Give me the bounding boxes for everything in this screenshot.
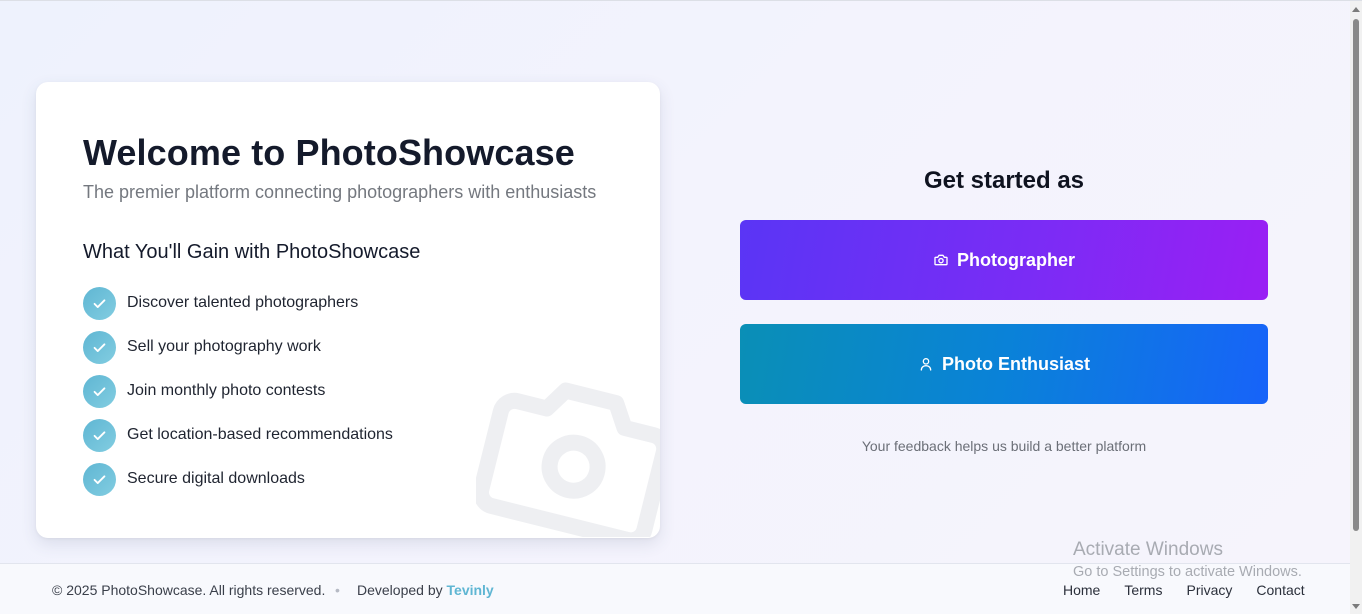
footer-link-terms[interactable]: Terms: [1124, 582, 1162, 598]
list-item: Join monthly photo contests: [83, 369, 393, 413]
user-icon: [920, 358, 932, 371]
check-icon: [83, 330, 116, 364]
benefit-label: Discover talented photographers: [127, 294, 359, 311]
footer-link-privacy[interactable]: Privacy: [1186, 582, 1232, 598]
feedback-note: Your feedback helps us build a better pl…: [861, 438, 1147, 454]
check-icon: [83, 286, 116, 320]
get-started-heading: Get started as: [923, 167, 1085, 194]
benefit-label: Sell your photography work: [127, 338, 321, 355]
check-icon: [83, 462, 116, 496]
developer-link[interactable]: Tevinly: [447, 582, 494, 598]
camera-icon: [476, 382, 660, 537]
vertical-scrollbar[interactable]: [1350, 1, 1362, 614]
list-item: Get location-based recommendations: [83, 413, 393, 457]
footer-separator: •: [335, 582, 340, 598]
check-icon: [83, 418, 116, 452]
camera-icon: [934, 254, 948, 266]
benefit-label: Join monthly photo contests: [127, 382, 326, 399]
benefits-heading: What You'll Gain with PhotoShowcase: [83, 241, 421, 263]
developed-by: Developed by Tevinly: [357, 582, 494, 598]
photographer-button[interactable]: Photographer: [740, 220, 1268, 300]
page-title: Welcome to PhotoShowcase: [83, 132, 575, 173]
photo-enthusiast-button[interactable]: Photo Enthusiast: [740, 324, 1268, 404]
photo-enthusiast-button-label: Photo Enthusiast: [942, 353, 1090, 374]
footer-nav: Home Terms Privacy Contact: [1063, 582, 1305, 598]
list-item: Secure digital downloads: [83, 457, 393, 501]
scrollbar-thumb[interactable]: [1353, 19, 1359, 531]
scroll-up-arrow-icon[interactable]: [1352, 7, 1360, 12]
list-item: Discover talented photographers: [83, 281, 393, 325]
welcome-card: Welcome to PhotoShowcase The premier pla…: [36, 82, 660, 538]
activate-windows-watermark: Activate Windows Go to Settings to activ…: [1073, 539, 1302, 580]
list-item: Sell your photography work: [83, 325, 393, 369]
page-subtitle: The premier platform connecting photogra…: [83, 182, 597, 202]
scroll-down-arrow-icon[interactable]: [1352, 604, 1360, 609]
check-icon: [83, 374, 116, 408]
footer-link-contact[interactable]: Contact: [1256, 582, 1304, 598]
footer-link-home[interactable]: Home: [1063, 582, 1100, 598]
watermark-title: Activate Windows: [1073, 539, 1223, 560]
benefits-list: Discover talented photographers Sell you…: [83, 281, 393, 501]
benefit-label: Get location-based recommendations: [127, 426, 393, 443]
copyright-text: © 2025 PhotoShowcase. All rights reserve…: [52, 582, 326, 598]
benefit-label: Secure digital downloads: [127, 470, 305, 487]
photographer-button-label: Photographer: [956, 249, 1075, 270]
watermark-subtitle: Go to Settings to activate Windows.: [1073, 564, 1302, 580]
developed-by-label: Developed by: [357, 582, 443, 598]
